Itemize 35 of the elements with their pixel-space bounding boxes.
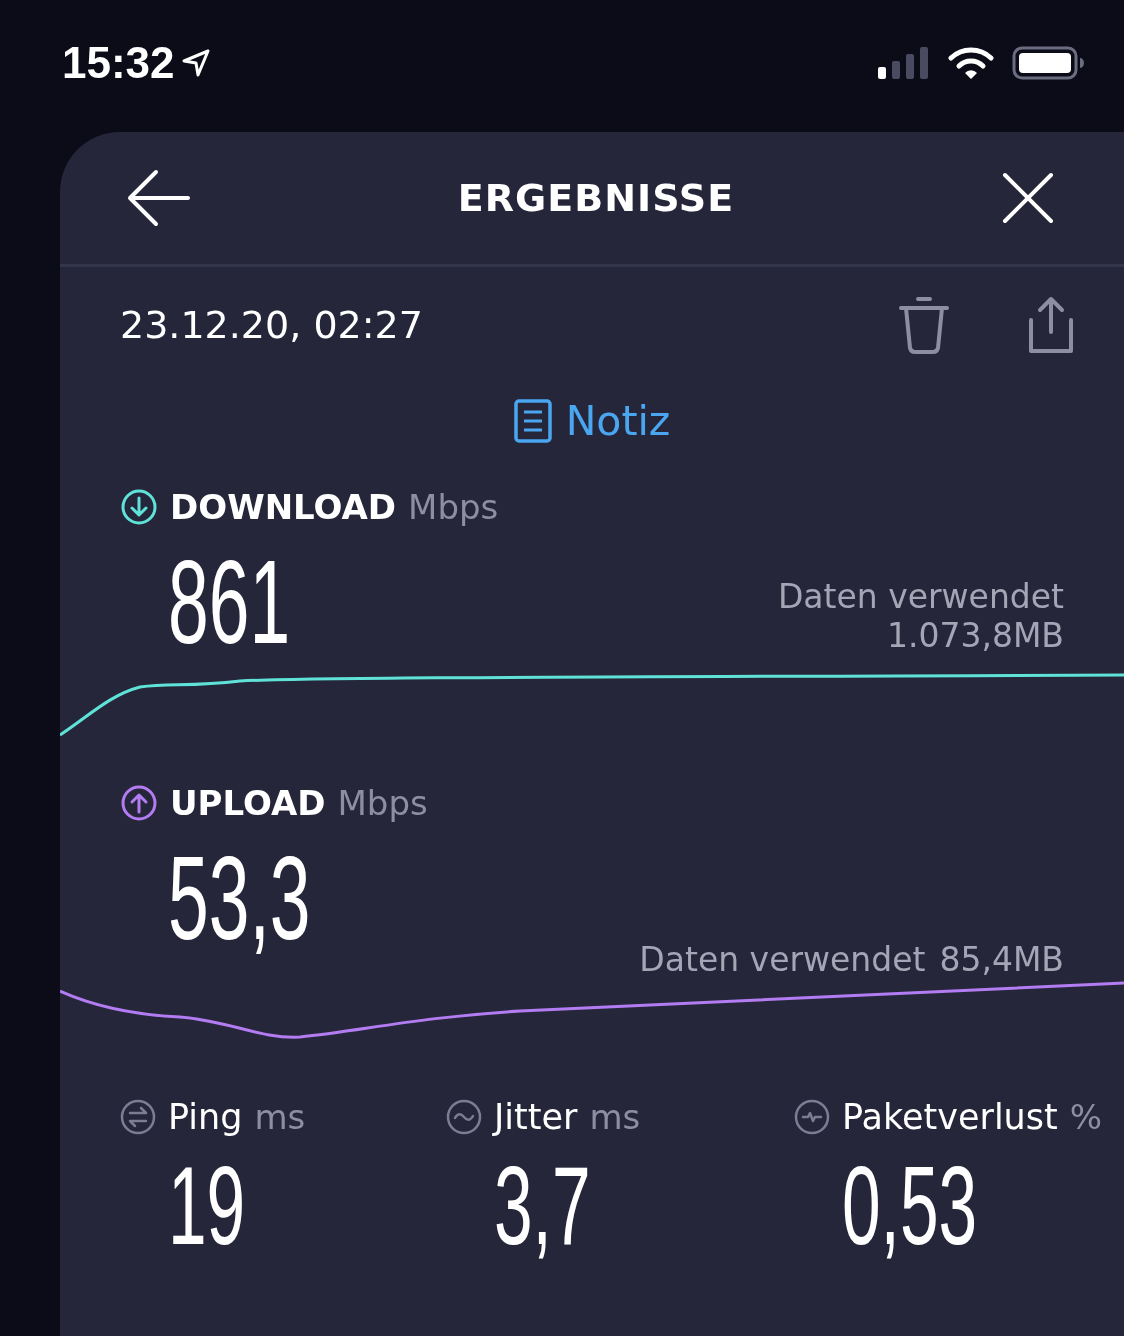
metric-label: UPLOAD [170,783,326,823]
metric-unit: Mbps [337,783,428,823]
signal-icon [878,47,930,79]
metric-unit: Mbps [408,487,499,527]
result-date: 23.12.20, 02:27 [120,303,423,347]
stat-label: Paketverlust [842,1097,1058,1137]
back-button[interactable] [126,168,190,228]
stat-value: 19 [168,1151,247,1261]
data-used-value: 85,4MB [939,940,1064,979]
note-link[interactable]: Notiz [513,397,671,445]
pulse-icon [794,1099,830,1135]
note-icon [513,399,552,443]
stat-unit: % [1069,1097,1103,1137]
data-used-value: 1.073,8MB [886,616,1064,655]
stat-unit: ms [589,1097,641,1137]
metric-value: 53,3 [168,843,311,953]
close-button[interactable] [1002,172,1054,224]
wave-icon [446,1099,482,1135]
location-arrow-icon [180,48,211,78]
battery-icon [1012,46,1084,80]
metric-value: 861 [168,547,291,657]
screen-title: ERGEBNISSE [457,176,735,220]
status-time: 15:32 [62,38,175,88]
metric-label: DOWNLOAD [170,487,397,527]
data-used-label: Daten verwendet [777,577,1064,616]
delete-button[interactable] [898,296,950,354]
stat-label: Ping [168,1097,243,1137]
data-used-label: Daten verwendet [639,940,926,979]
stat-unit: ms [254,1097,306,1137]
share-button[interactable] [1028,296,1074,354]
swap-arrows-icon [120,1099,156,1135]
wifi-icon [948,46,994,80]
stat-value: 0,53 [842,1151,979,1261]
stat-label: Jitter [494,1097,578,1137]
stat-value: 3,7 [494,1151,592,1261]
